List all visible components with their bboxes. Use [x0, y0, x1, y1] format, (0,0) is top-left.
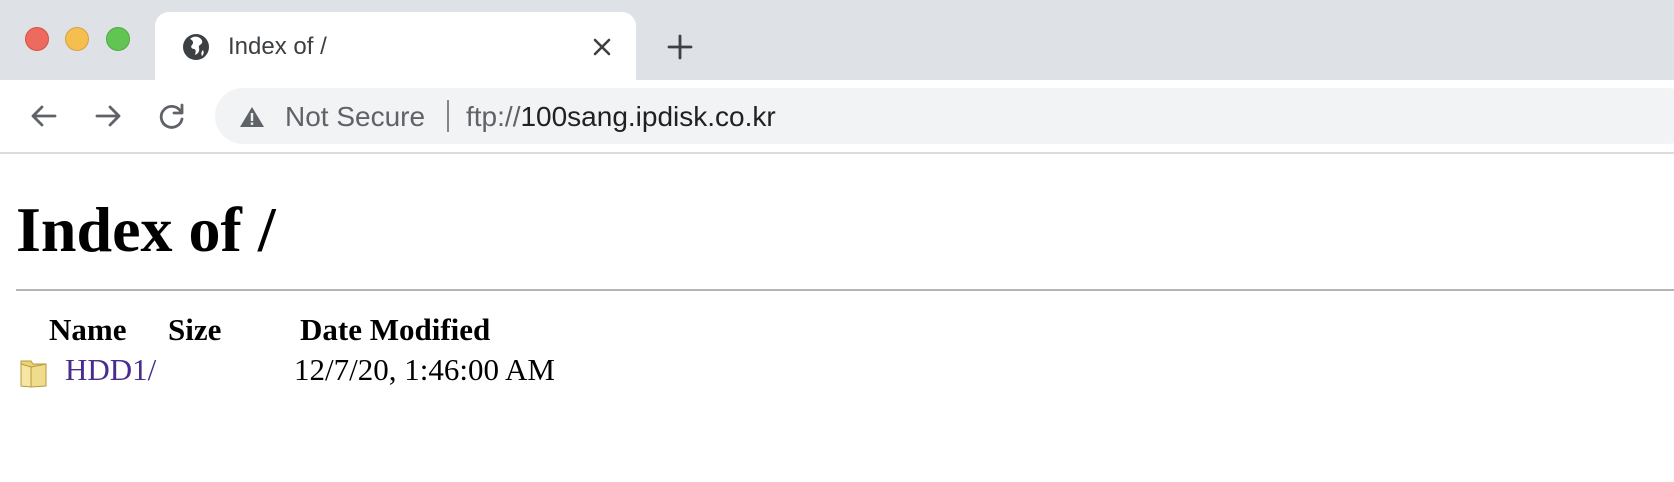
column-header-size[interactable]: Size — [168, 312, 221, 348]
window-close-button[interactable] — [25, 27, 49, 51]
divider — [16, 289, 1674, 291]
address-bar-divider — [447, 100, 449, 132]
security-status-label[interactable]: Not Secure — [285, 101, 425, 133]
url-scheme: ftp:// — [466, 101, 521, 132]
window-maximize-button[interactable] — [106, 27, 130, 51]
tab-strip: Index of / — [0, 0, 1674, 80]
arrow-right-icon[interactable] — [92, 100, 124, 132]
address-bar[interactable]: Not Secure ftp://100sang.ipdisk.co.kr — [215, 88, 1674, 144]
reload-icon[interactable] — [156, 100, 188, 132]
directory-listing-row: HDD1/ 12/7/20, 1:46:00 AM — [0, 352, 800, 392]
page-title: Index of / — [16, 194, 276, 265]
warning-triangle-icon[interactable] — [239, 106, 265, 128]
tab-title: Index of / — [228, 33, 327, 60]
page-content: Index of / Name Size Date Modified HDD1/… — [0, 154, 1674, 482]
column-header-name[interactable]: Name — [49, 312, 126, 348]
browser-toolbar: Not Secure ftp://100sang.ipdisk.co.kr — [0, 80, 1674, 154]
url-text[interactable]: ftp://100sang.ipdisk.co.kr — [466, 101, 776, 133]
browser-tab[interactable]: Index of / — [155, 12, 636, 80]
window-minimize-button[interactable] — [65, 27, 89, 51]
entry-date-modified: 12/7/20, 1:46:00 AM — [294, 352, 555, 387]
plus-icon[interactable] — [666, 33, 694, 61]
entry-link-hdd1[interactable]: HDD1/ — [65, 352, 156, 388]
globe-icon — [183, 34, 209, 60]
folder-icon — [20, 360, 47, 388]
column-header-date-modified[interactable]: Date Modified — [300, 312, 490, 348]
url-host: 100sang.ipdisk.co.kr — [520, 101, 776, 132]
close-icon[interactable] — [591, 36, 613, 58]
arrow-left-icon[interactable] — [28, 100, 60, 132]
